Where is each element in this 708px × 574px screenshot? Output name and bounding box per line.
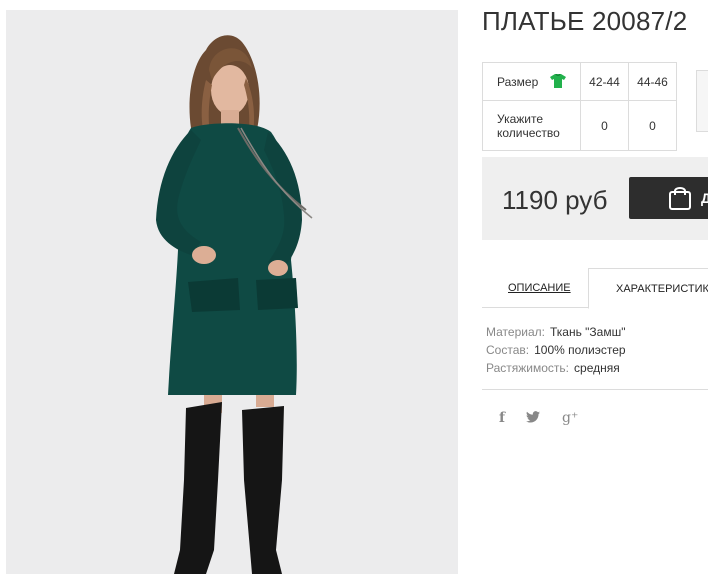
quantity-input[interactable]: 0 (628, 100, 677, 151)
section-divider (482, 389, 708, 390)
quantity-label-line2: количество (497, 125, 560, 140)
quantity-row: Укажите количество 0 0 (482, 100, 677, 151)
spec-row-stretch: Растяжимость: средняя (486, 359, 626, 377)
product-price: 1190 руб (502, 185, 608, 215)
size-label: Размер (497, 75, 539, 89)
size-option[interactable]: 44-46 (628, 62, 677, 101)
spec-value: Ткань "Замш" (549, 325, 626, 339)
quantity-header-cell: Укажите количество (482, 100, 581, 151)
size-header-cell: Размер (482, 62, 581, 101)
price-box: 1190 руб Д (482, 157, 708, 240)
tab-specifications[interactable]: ХАРАКТЕРИСТИКИ (588, 268, 708, 309)
size-quantity-table: Размер 42-44 44-46 Укажите количество 0 … (482, 62, 677, 151)
twitter-icon[interactable] (526, 411, 540, 423)
google-plus-icon[interactable]: g⁺ (562, 410, 578, 426)
facebook-icon[interactable]: f (499, 410, 505, 426)
product-photo[interactable] (6, 10, 458, 574)
product-title: ПЛАТЬЕ 20087/2 (482, 6, 688, 36)
product-tabs: ОПИСАНИЕ ХАРАКТЕРИСТИКИ (482, 268, 708, 309)
size-row: Размер 42-44 44-46 (482, 62, 677, 101)
tab-description[interactable]: ОПИСАНИЕ (508, 268, 571, 308)
quantity-input[interactable]: 0 (580, 100, 629, 151)
spec-row-composition: Состав: 100% полиэстер (486, 341, 626, 359)
spec-value: 100% полиэстер (534, 343, 626, 357)
size-option[interactable]: 42-44 (580, 62, 629, 101)
add-to-cart-button[interactable]: Д (629, 177, 708, 219)
add-to-cart-label: Д (701, 190, 708, 206)
dress-photo (6, 10, 458, 574)
spec-value: средняя (574, 361, 620, 375)
tshirt-icon[interactable] (549, 74, 566, 88)
size-table-overflow-cell (696, 70, 708, 132)
spec-label: Состав: (486, 343, 530, 357)
specifications-list: Материал: Ткань "Замш" Состав: 100% полиэс… (486, 323, 626, 377)
spec-label: Материал: (486, 325, 545, 339)
spec-row-material: Материал: Ткань "Замш" (486, 323, 626, 341)
quantity-label-line1: Укажите (497, 111, 544, 126)
spec-label: Растяжимость: (486, 361, 570, 375)
shopping-bag-icon (669, 187, 691, 210)
